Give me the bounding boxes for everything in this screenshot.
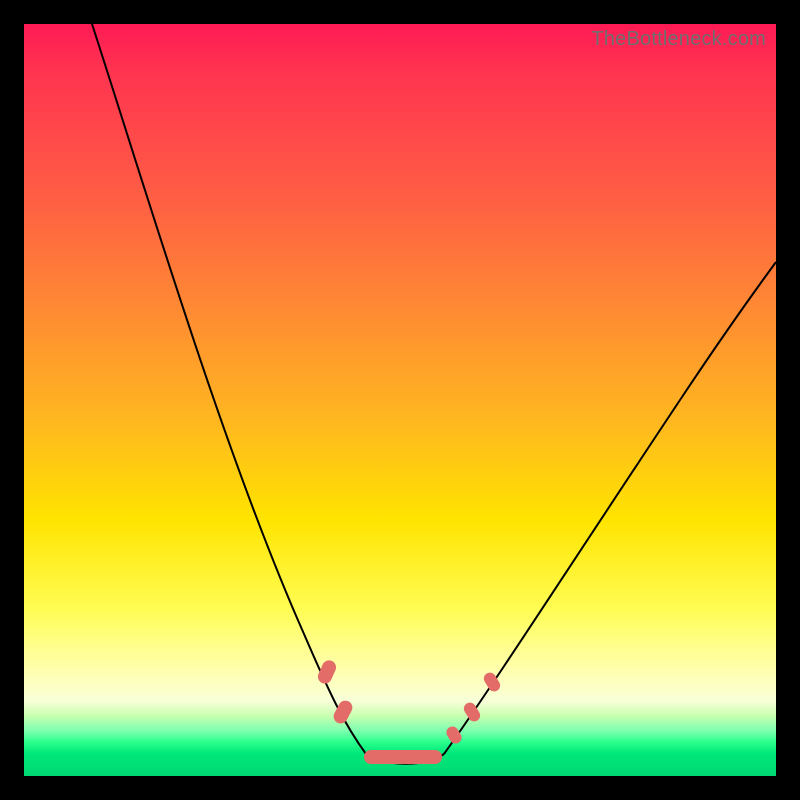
- marker-point: [316, 658, 339, 686]
- chart-frame: TheBottleneck.com: [0, 0, 800, 800]
- marker-point: [444, 724, 464, 746]
- marker-valley-bar: [364, 750, 442, 764]
- bottleneck-curve-svg: [24, 24, 776, 776]
- plot-area: TheBottleneck.com: [24, 24, 776, 776]
- curve-left-branch: [92, 24, 366, 754]
